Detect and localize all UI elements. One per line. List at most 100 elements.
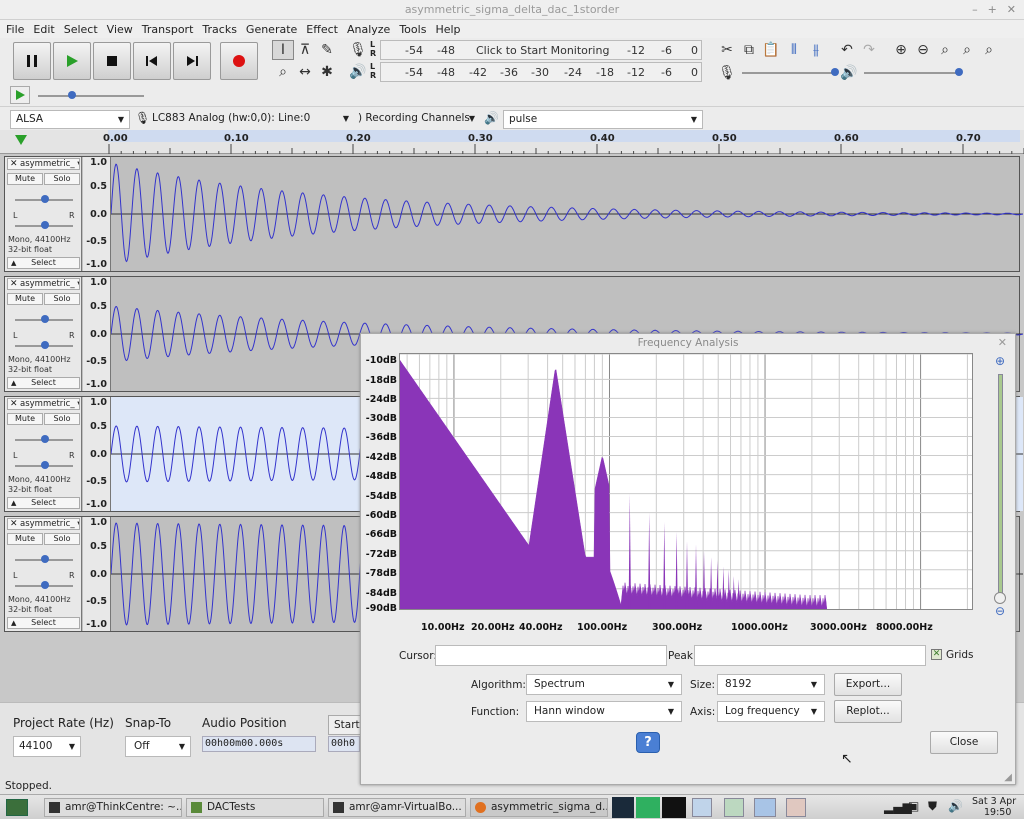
track-1-waveform[interactable] xyxy=(111,157,1023,271)
menu-tools[interactable]: Tools xyxy=(399,23,426,36)
close-icon[interactable]: ✕ xyxy=(1007,3,1016,16)
selection-start-field[interactable]: 00h0 xyxy=(328,736,360,752)
draw-tool-icon[interactable]: ✎ xyxy=(316,40,338,60)
workspace-2-preview[interactable] xyxy=(636,797,660,818)
grids-checkbox[interactable]: ✕ xyxy=(931,649,942,660)
menu-file[interactable]: File xyxy=(6,23,24,36)
menu-tracks[interactable]: Tracks xyxy=(202,23,237,36)
fit-selection-icon[interactable]: ⌕ xyxy=(934,40,956,60)
record-volume-slider[interactable] xyxy=(742,72,836,74)
selection-start-toggle[interactable]: Start xyxy=(328,715,362,735)
workspace-3-preview[interactable] xyxy=(662,797,686,818)
axis-select[interactable]: Log frequency ▼ xyxy=(717,701,825,722)
track-1-mute-button[interactable]: Mute xyxy=(7,173,43,185)
zoom-out-icon[interactable]: ⊖ xyxy=(995,604,1005,618)
snap-to-select[interactable]: Off ▼ xyxy=(125,736,191,757)
track-3-gain-thumb[interactable] xyxy=(41,435,49,443)
track-1[interactable]: ✕asymmetric_ ▾ Mute Solo LR Mono, 44100H… xyxy=(4,156,1023,272)
track-1-pan-thumb[interactable] xyxy=(41,221,49,229)
track-close-icon[interactable]: ✕ xyxy=(10,159,18,169)
menu-select[interactable]: Select xyxy=(64,23,98,36)
track-close-icon[interactable]: ✕ xyxy=(10,519,18,529)
workspace-1-preview[interactable] xyxy=(612,797,634,818)
track-close-icon[interactable]: ✕ xyxy=(10,399,18,409)
help-button[interactable]: ? xyxy=(636,732,660,753)
app-menu-icon[interactable] xyxy=(6,799,28,816)
dialog-close-icon[interactable]: ✕ xyxy=(998,336,1007,349)
menu-analyze[interactable]: Analyze xyxy=(347,23,390,36)
paste-icon[interactable]: 📋 xyxy=(760,40,782,60)
speed-slider[interactable] xyxy=(38,95,144,97)
menu-generate[interactable]: Generate xyxy=(246,23,297,36)
selection-tool-icon[interactable]: I xyxy=(272,40,294,60)
play-button[interactable] xyxy=(53,42,91,80)
track-4-solo-button[interactable]: Solo xyxy=(44,533,80,545)
track-2-name-menu[interactable]: ✕asymmetric_ ▾ xyxy=(7,278,80,290)
zoom-tool-icon[interactable]: ⌕ xyxy=(272,62,294,82)
track-2-pan-thumb[interactable] xyxy=(41,341,49,349)
track-3-mute-button[interactable]: Mute xyxy=(7,413,43,425)
shield-icon[interactable]: ⛊ xyxy=(928,799,937,814)
record-monitor-prompt[interactable]: Click to Start Monitoring xyxy=(476,44,609,57)
speaker-icon[interactable]: 🔊 xyxy=(347,62,369,82)
menu-transport[interactable]: Transport xyxy=(142,23,194,36)
dialog-zoom-slider[interactable] xyxy=(998,374,1003,599)
taskbar-item-terminal-1[interactable]: amr@ThinkCentre: ~... xyxy=(44,798,182,817)
track-1-gain-thumb[interactable] xyxy=(41,195,49,203)
track-1-select-button[interactable]: ▲ Select xyxy=(7,257,80,269)
playback-device-select[interactable]: pulse ▼ xyxy=(503,110,703,129)
copy-icon[interactable]: ⧉ xyxy=(738,40,760,60)
clipboard-icon[interactable]: ▣ xyxy=(908,799,919,813)
dialog-zoom-thumb[interactable] xyxy=(994,592,1006,604)
launcher-4-icon[interactable] xyxy=(786,798,806,817)
track-close-icon[interactable]: ✕ xyxy=(10,279,18,289)
algorithm-select[interactable]: Spectrum ▼ xyxy=(526,674,682,695)
cut-icon[interactable]: ✂ xyxy=(716,40,738,60)
timeshift-tool-icon[interactable]: ↔ xyxy=(294,62,316,82)
skip-end-button[interactable] xyxy=(173,42,211,80)
function-select[interactable]: Hann window ▼ xyxy=(526,701,682,722)
track-4-pan-thumb[interactable] xyxy=(41,581,49,589)
track-2-mute-button[interactable]: Mute xyxy=(7,293,43,305)
cursor-field[interactable] xyxy=(435,645,667,666)
trim-icon[interactable]: ⫴ xyxy=(783,40,805,60)
launcher-3-icon[interactable] xyxy=(754,798,776,817)
track-1-solo-button[interactable]: Solo xyxy=(44,173,80,185)
record-meter[interactable]: -54 -48 Click to Start Monitoring -12 -6… xyxy=(380,40,702,60)
zoom-in-icon[interactable]: ⊕ xyxy=(890,40,912,60)
track-4-gain-thumb[interactable] xyxy=(41,555,49,563)
track-3-solo-button[interactable]: Solo xyxy=(44,413,80,425)
track-4-select-button[interactable]: ▲ Select xyxy=(7,617,80,629)
recording-channels-select[interactable]: ) Recording Channels ▼ xyxy=(358,110,480,129)
taskbar-item-terminal-2[interactable]: amr@amr-VirtualBo... xyxy=(328,798,466,817)
track-3-pan-thumb[interactable] xyxy=(41,461,49,469)
record-button[interactable] xyxy=(220,42,258,80)
size-select[interactable]: 8192 ▼ xyxy=(717,674,825,695)
redo-icon[interactable]: ↷ xyxy=(858,40,880,60)
timeline-ruler[interactable]: 0.00 0.10 0.20 0.30 0.40 0.50 0.60 0.70 xyxy=(0,130,1024,154)
spectrum-plot[interactable] xyxy=(399,353,973,610)
track-4-name-menu[interactable]: ✕asymmetric_ ▾ xyxy=(7,518,80,530)
menu-help[interactable]: Help xyxy=(435,23,460,36)
maximize-icon[interactable]: + xyxy=(988,3,997,16)
track-3-name-menu[interactable]: ✕asymmetric_ ▾ xyxy=(7,398,80,410)
silence-icon[interactable]: ⫵ xyxy=(805,40,827,60)
envelope-tool-icon[interactable]: ⊼ xyxy=(294,40,316,60)
play-at-speed-button[interactable] xyxy=(10,86,30,104)
zoom-in-icon[interactable]: ⊕ xyxy=(995,354,1005,368)
multi-tool-icon[interactable]: ✱ xyxy=(316,62,338,82)
resize-grip-icon[interactable]: ◢ xyxy=(1004,772,1012,783)
play-volume-thumb[interactable] xyxy=(955,68,963,76)
project-rate-select[interactable]: 44100 ▼ xyxy=(13,736,81,757)
track-3-select-button[interactable]: ▲ Select xyxy=(7,497,80,509)
volume-icon[interactable]: 🔊 xyxy=(948,799,963,813)
track-4-mute-button[interactable]: Mute xyxy=(7,533,43,545)
export-button[interactable]: Export... xyxy=(834,673,902,696)
skip-start-button[interactable] xyxy=(133,42,171,80)
menu-effect[interactable]: Effect xyxy=(306,23,338,36)
track-2-solo-button[interactable]: Solo xyxy=(44,293,80,305)
track-2-select-button[interactable]: ▲ Select xyxy=(7,377,80,389)
taskbar-item-audacity[interactable]: asymmetric_sigma_d... xyxy=(470,798,608,817)
zoom-out-icon[interactable]: ⊖ xyxy=(912,40,934,60)
stop-button[interactable] xyxy=(93,42,131,80)
